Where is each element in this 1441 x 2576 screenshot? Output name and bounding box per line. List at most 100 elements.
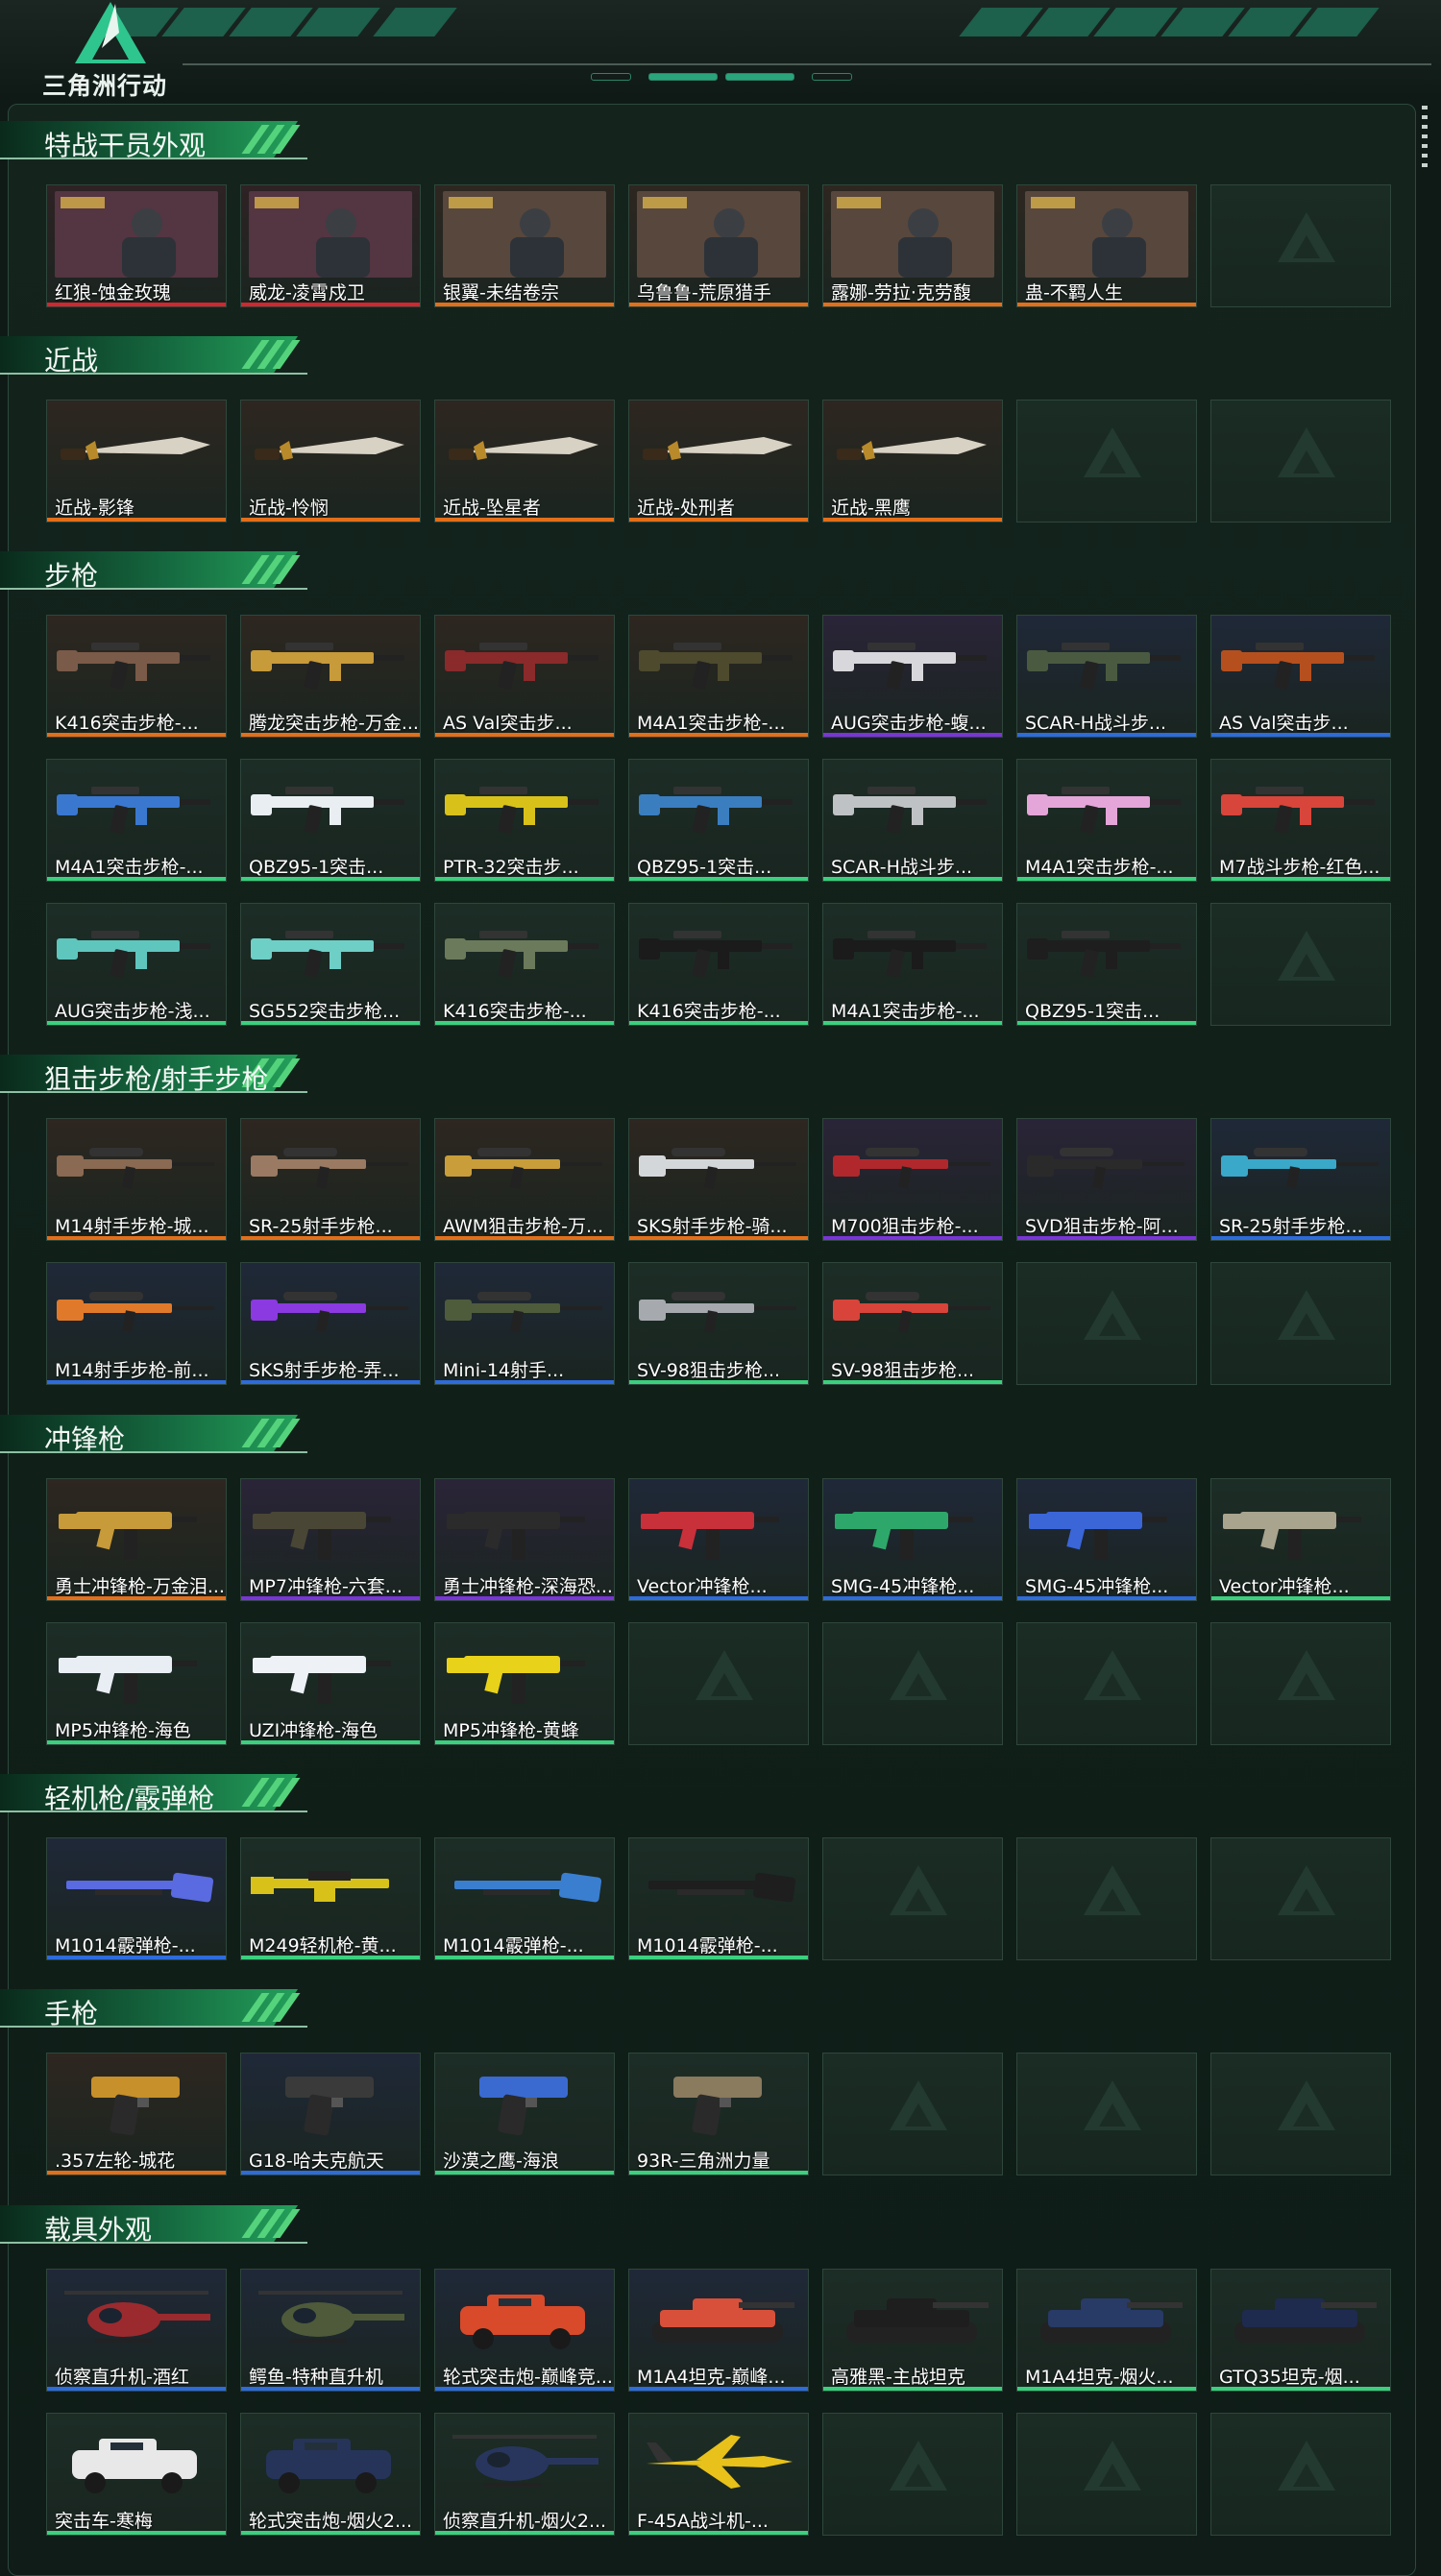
item-card[interactable]: G18-哈夫克航天 [240, 2053, 421, 2175]
item-label: SVD狙击步枪-阿... [1025, 1216, 1179, 1237]
item-card[interactable]: SMG-45冲锋枪... [822, 1478, 1003, 1601]
item-card[interactable]: QBZ95-1突击... [240, 759, 421, 882]
item-card[interactable]: K416突击步枪-... [46, 615, 227, 738]
item-card[interactable]: F-45A战斗机-... [628, 2413, 809, 2536]
item-card[interactable]: AUG突击步枪-浅... [46, 903, 227, 1026]
item-card[interactable]: 轮式突击炮-巅峰竞... [434, 2269, 615, 2392]
item-label: GTQ35坦克-烟... [1219, 2367, 1360, 2388]
item-card[interactable]: 腾龙突击步枪-万金... [240, 615, 421, 738]
item-card[interactable]: 乌鲁鲁-荒原猎手 [628, 184, 809, 307]
item-card[interactable]: SV-98狙击步枪... [822, 1262, 1003, 1385]
banner-pill [648, 73, 718, 81]
item-card[interactable]: M1014霰弹枪-... [46, 1837, 227, 1960]
item-card[interactable]: 93R-三角洲力量 [628, 2053, 809, 2175]
item-card[interactable]: SKS射手步枪-骑... [628, 1118, 809, 1241]
rifle-icon [833, 767, 992, 846]
item-card[interactable]: SG552突击步枪... [240, 903, 421, 1026]
item-card[interactable]: 高雅黑-主战坦克 [822, 2269, 1003, 2392]
rarity-bar [823, 733, 1002, 737]
item-card[interactable]: K416突击步枪-... [434, 903, 615, 1026]
item-card[interactable]: M4A1突击步枪-... [822, 903, 1003, 1026]
item-card[interactable]: M7战斗步枪-红色... [1210, 759, 1391, 882]
item-card[interactable]: 近战-黑鹰 [822, 400, 1003, 522]
scrollbar-handle[interactable] [1422, 106, 1428, 169]
item-label: M4A1突击步枪-... [55, 857, 204, 878]
tank-icon [833, 2277, 992, 2356]
placeholder-logo-inner [905, 1673, 932, 1696]
item-card[interactable]: .357左轮-城花 [46, 2053, 227, 2175]
item-card[interactable]: Vector冲锋枪... [628, 1478, 809, 1601]
item-card[interactable]: QBZ95-1突击... [628, 759, 809, 882]
item-card[interactable]: 近战-怜悯 [240, 400, 421, 522]
section-title: 特战干员外观 [44, 130, 207, 161]
item-card[interactable]: 沙漠之鹰-海浪 [434, 2053, 615, 2175]
item-card[interactable]: 露娜-劳拉·克劳馥 [822, 184, 1003, 307]
section-title: 轻机枪/霰弹枪 [44, 1783, 215, 1814]
item-card[interactable]: 银翼-未结卷宗 [434, 184, 615, 307]
item-card[interactable]: 蛊-不羁人生 [1016, 184, 1197, 307]
item-card[interactable]: 侦察直升机-烟火2... [434, 2413, 615, 2536]
item-label: SR-25射手步枪... [249, 1216, 393, 1237]
smg-icon [639, 1487, 798, 1566]
item-card[interactable]: M4A1突击步枪-... [628, 615, 809, 738]
item-card[interactable]: SVD狙击步枪-阿... [1016, 1118, 1197, 1241]
item-card[interactable]: MP5冲锋枪-海色 [46, 1622, 227, 1745]
rarity-bar [241, 1380, 420, 1384]
item-card[interactable]: GTQ35坦克-烟... [1210, 2269, 1391, 2392]
item-card[interactable]: SMG-45冲锋枪... [1016, 1478, 1197, 1601]
smg-icon [57, 1487, 216, 1566]
item-card[interactable]: MP5冲锋枪-黄蜂 [434, 1622, 615, 1745]
item-card[interactable]: SV-98狙击步枪... [628, 1262, 809, 1385]
item-card[interactable]: PTR-32突击步... [434, 759, 615, 882]
item-card[interactable]: M1A4坦克-巅峰... [628, 2269, 809, 2392]
item-card[interactable]: SCAR-H战斗步... [822, 759, 1003, 882]
item-card[interactable]: 近战-影锋 [46, 400, 227, 522]
item-card[interactable]: AS Val突击步... [434, 615, 615, 738]
item-card[interactable]: AWM狙击步枪-万... [434, 1118, 615, 1241]
smg-icon [833, 1487, 992, 1566]
placeholder-logo-inner [1293, 2464, 1320, 2487]
item-card[interactable]: SCAR-H战斗步... [1016, 615, 1197, 738]
item-card[interactable]: M700狙击步枪-... [822, 1118, 1003, 1241]
item-card[interactable]: Vector冲锋枪... [1210, 1478, 1391, 1601]
item-card[interactable]: 威龙-凌霄戍卫 [240, 184, 421, 307]
item-card[interactable]: M4A1突击步枪-... [1016, 759, 1197, 882]
item-card[interactable]: M1A4坦克-烟火... [1016, 2269, 1197, 2392]
item-card[interactable]: M249轻机枪-黄... [240, 1837, 421, 1960]
item-card[interactable]: 近战-坠星者 [434, 400, 615, 522]
empty-slot [1210, 1622, 1391, 1745]
item-card[interactable]: SR-25射手步枪... [1210, 1118, 1391, 1241]
item-card[interactable]: M14射手步枪-城... [46, 1118, 227, 1241]
item-card[interactable]: 近战-处刑者 [628, 400, 809, 522]
item-card[interactable]: 轮式突击炮-烟火2... [240, 2413, 421, 2536]
item-card[interactable]: M1014霰弹枪-... [434, 1837, 615, 1960]
item-card[interactable]: 侦察直升机-酒红 [46, 2269, 227, 2392]
item-card[interactable]: SR-25射手步枪... [240, 1118, 421, 1241]
item-card[interactable]: AUG突击步枪-蝮... [822, 615, 1003, 738]
item-card[interactable]: 勇士冲锋枪-万金泪... [46, 1478, 227, 1601]
item-label: 突击车-寒梅 [55, 2511, 153, 2532]
placeholder-logo-inner [711, 1673, 738, 1696]
item-card[interactable]: AS Val突击步... [1210, 615, 1391, 738]
item-card[interactable]: M14射手步枪-前... [46, 1262, 227, 1385]
item-card[interactable]: QBZ95-1突击... [1016, 903, 1197, 1026]
melee-blade-icon [57, 408, 216, 487]
item-label: M14射手步枪-城... [55, 1216, 209, 1237]
item-card[interactable]: 勇士冲锋枪-深海恐... [434, 1478, 615, 1601]
item-card[interactable]: 红狼-蚀金玫瑰 [46, 184, 227, 307]
item-label: QBZ95-1突击... [249, 857, 384, 878]
section-title: 近战 [44, 345, 99, 377]
item-card[interactable]: M4A1突击步枪-... [46, 759, 227, 882]
item-card[interactable]: K416突击步枪-... [628, 903, 809, 1026]
rarity-bar [629, 1021, 808, 1025]
item-card[interactable]: 鳄鱼-特种直升机 [240, 2269, 421, 2392]
item-card[interactable]: SKS射手步枪-弄... [240, 1262, 421, 1385]
placeholder-logo-inner [1293, 450, 1320, 474]
item-card[interactable]: 突击车-寒梅 [46, 2413, 227, 2536]
rarity-bar [47, 518, 226, 522]
item-card[interactable]: MP7冲锋枪-六套... [240, 1478, 421, 1601]
item-card[interactable]: UZI冲锋枪-海色 [240, 1622, 421, 1745]
item-card[interactable]: M1014霰弹枪-... [628, 1837, 809, 1960]
item-card[interactable]: Mini-14射手... [434, 1262, 615, 1385]
banner-pill [812, 73, 852, 81]
